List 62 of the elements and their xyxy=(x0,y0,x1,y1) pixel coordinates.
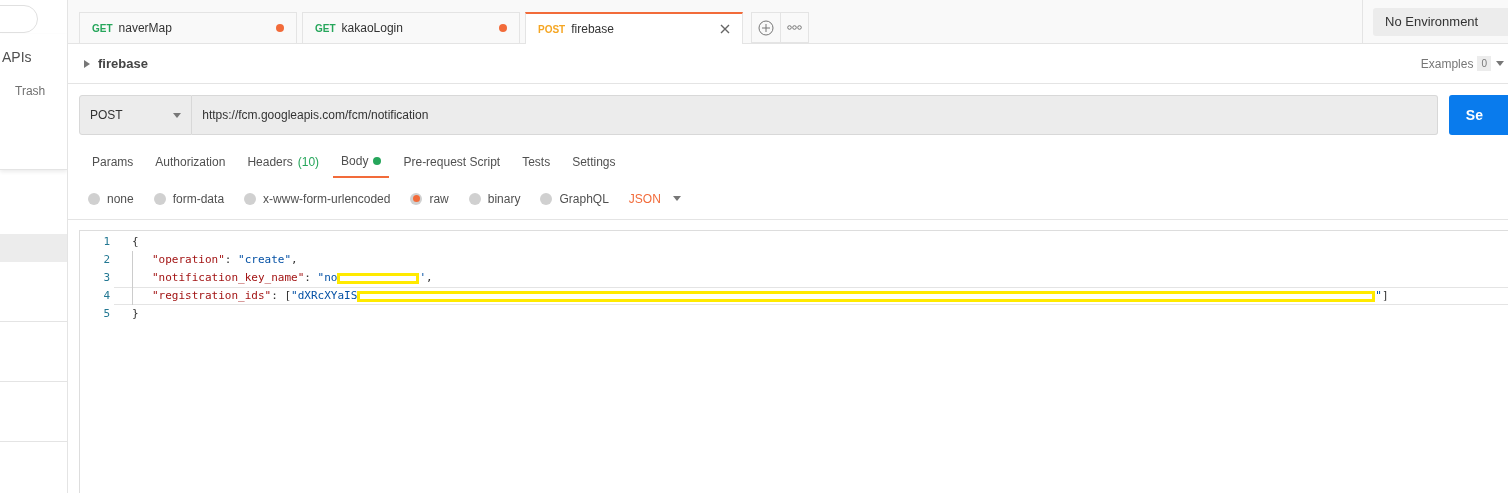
new-tab-button[interactable] xyxy=(751,12,781,43)
line-number: 5 xyxy=(102,305,111,322)
request-subtab[interactable]: Authorization xyxy=(147,146,234,178)
radio-option[interactable]: binary xyxy=(468,189,521,208)
caret-icon xyxy=(173,112,182,118)
radio-option[interactable]: GraphQL xyxy=(540,189,609,208)
method-label: GET xyxy=(315,21,336,36)
code-token: "dXRcXYaIS xyxy=(291,287,358,304)
code-token: { xyxy=(132,233,139,250)
request-subtab[interactable]: Tests xyxy=(514,146,559,178)
examples-label[interactable]: Examples xyxy=(1420,54,1474,73)
request-subtab[interactable]: Headers (10) xyxy=(239,146,328,178)
request-tab[interactable]: POST firebase xyxy=(525,12,743,44)
line-number: 1 xyxy=(102,233,111,250)
radio-option[interactable]: form-data xyxy=(153,189,225,208)
code-token: [ xyxy=(284,287,292,304)
code-token: "operation" xyxy=(152,251,225,268)
caret-icon[interactable] xyxy=(84,59,90,68)
more-icon xyxy=(787,25,802,30)
code-token: " xyxy=(1375,287,1382,304)
code-token: ] xyxy=(1381,287,1389,304)
request-tab[interactable]: GET kakaoLogin xyxy=(302,12,520,43)
code-token: "registration_ids" xyxy=(152,287,272,304)
plus-icon xyxy=(758,19,774,36)
code-token: : xyxy=(224,251,233,268)
code-token: , xyxy=(426,269,433,286)
request-subtab[interactable]: Params xyxy=(84,146,142,178)
radio-option[interactable]: none xyxy=(88,189,134,208)
request-subtab[interactable]: Pre-request Script xyxy=(395,146,509,178)
tab-title: firebase xyxy=(571,21,615,38)
request-subtab[interactable]: Body xyxy=(333,146,390,178)
sidebar-item[interactable]: Trash xyxy=(0,82,67,100)
code-token: ' xyxy=(419,269,427,286)
method-select[interactable]: POST xyxy=(79,95,193,135)
tab-title: naverMap xyxy=(118,20,173,37)
code-token: } xyxy=(132,305,139,322)
request-subtab[interactable]: Settings xyxy=(564,146,624,178)
line-number: 2 xyxy=(102,251,111,268)
radio-option[interactable]: x-www-form-urlencoded xyxy=(244,189,391,208)
radio-option[interactable]: raw xyxy=(410,189,449,208)
line-number: 4 xyxy=(102,287,111,304)
request-tab[interactable]: GET naverMap xyxy=(79,12,297,43)
tab-title: kakaoLogin xyxy=(341,20,404,37)
sidebar-item[interactable]: APIs xyxy=(0,47,67,68)
close-icon[interactable] xyxy=(720,24,730,34)
environment-select[interactable]: No Environment xyxy=(1373,8,1508,36)
request-name: firebase xyxy=(98,54,148,73)
code-token: "no xyxy=(317,269,338,286)
code-token: "notification_key_name" xyxy=(152,269,305,286)
send-button[interactable]: Se xyxy=(1448,95,1508,135)
code-token: : xyxy=(271,287,279,304)
more-button[interactable] xyxy=(781,12,809,43)
code-token: "create" xyxy=(238,251,292,268)
examples-count: 0 xyxy=(1477,56,1491,71)
url-field[interactable]: https://fcm.googleapis.com/fcm/notification xyxy=(192,95,1438,135)
code-token: , xyxy=(291,251,298,268)
code-token: : xyxy=(304,269,312,286)
line-number: 3 xyxy=(102,269,111,286)
caret-icon xyxy=(672,196,681,201)
caret-icon[interactable] xyxy=(1496,61,1504,66)
method-label: GET xyxy=(92,21,113,36)
method-label: POST xyxy=(538,22,566,37)
